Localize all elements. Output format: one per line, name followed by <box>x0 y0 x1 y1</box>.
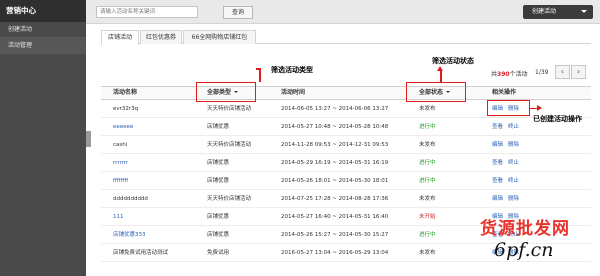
header-activity-name: 活动名称 <box>113 89 138 96</box>
chevron-down-icon <box>581 10 587 13</box>
activity-name: cashi <box>113 142 128 148</box>
activity-time: 2014-11-28 09:53 ~ 2014-12-31 09:53 <box>281 142 389 148</box>
status-badge: 进行中 <box>419 124 436 130</box>
activity-time: 2014-05-27 16:40 ~ 2014-05-31 16:40 <box>281 214 389 220</box>
activity-name: 店铺免费试用活动测试 <box>113 250 169 256</box>
highlight-type-filter <box>196 82 256 102</box>
row-operations: 查看 终止 <box>492 154 524 172</box>
annotation-created-ops: 已创建活动操作 <box>533 115 582 123</box>
status-badge: 未发布 <box>419 196 436 202</box>
activity-name: evr32r3q <box>113 106 139 112</box>
activity-count-number: 390 <box>497 71 510 78</box>
annotation-filter-status: 筛选活动状态 <box>432 57 474 65</box>
tab-red-packet-coupon[interactable]: 红包优惠券 <box>140 30 182 44</box>
view-link[interactable]: 查看 <box>492 124 503 130</box>
watermark-logo: 货源批发网 6pf.cn <box>480 214 598 274</box>
activity-type: 天天特价店铺活动 <box>207 196 252 202</box>
arrow-right-ops <box>537 104 542 111</box>
create-activity-label: 创建活动 <box>532 8 557 15</box>
header-operations: 相关操作 <box>492 89 517 96</box>
table-header: 活动名称 全部类型 活动时间 全部状态 相关操作 <box>101 86 591 100</box>
next-page-button[interactable]: › <box>571 65 586 79</box>
search-button[interactable]: 查询 <box>223 6 253 19</box>
activity-name[interactable]: rrrrrrr <box>113 154 128 172</box>
activity-type: 店铺优惠 <box>207 232 230 238</box>
tab-bar: 店铺活动 红包优惠券 66全网购物店铺红包 <box>101 30 591 45</box>
highlight-operations <box>487 100 530 116</box>
row-operations: 查看 终止 <box>492 172 524 190</box>
highlight-status-filter <box>406 82 466 102</box>
tab-66-shop-red-packet[interactable]: 66全网购物店铺红包 <box>183 30 256 44</box>
table-row: rrrrrrr 店铺优惠 2014-05-29 16:19 ~ 2014-05-31… <box>101 154 591 172</box>
view-link[interactable]: 查看 <box>492 178 503 184</box>
table-row: eeeeee 店铺优惠 2014-05-27 10:48 ~ 2014-05-28 … <box>101 118 591 136</box>
activity-time: 2014-05-26 15:27 ~ 2014-05-30 15:27 <box>281 232 389 238</box>
status-badge: 未开始 <box>419 214 436 220</box>
activity-name[interactable]: eeeeee <box>113 118 133 136</box>
table-row: cashi 天天特价店铺活动 2014-11-28 09:53 ~ 2014-12-… <box>101 136 591 154</box>
activity-type: 店铺优惠 <box>207 214 230 220</box>
activity-time: 2014-07-25 17:28 ~ 2014-08-28 17:36 <box>281 196 389 202</box>
view-link[interactable]: 查看 <box>492 160 503 166</box>
top-toolbar: 查询 创建活动 <box>86 0 600 24</box>
annotation-filter-type: 筛选活动类型 <box>271 66 313 74</box>
table-row: dddddddddd 天天特价店铺活动 2014-07-25 17:28 ~ 201… <box>101 190 591 208</box>
activity-type: 店铺优惠 <box>207 178 230 184</box>
status-badge: 未发布 <box>419 106 436 112</box>
status-badge: 未发布 <box>419 142 436 148</box>
terminate-link[interactable]: 终止 <box>508 124 519 130</box>
activity-name[interactable]: ffffffff <box>113 172 128 190</box>
status-badge: 进行中 <box>419 160 436 166</box>
row-operations: 编辑 删除 <box>492 190 524 208</box>
sidebar: 营销中心 创建活动 活动管理 <box>0 0 86 276</box>
activity-name[interactable]: 111 <box>113 208 124 226</box>
activity-type: 天天特价店铺活动 <box>207 106 252 112</box>
sidebar-collapse-handle[interactable] <box>86 131 91 147</box>
activity-type: 天天特价店铺活动 <box>207 142 252 148</box>
tab-shop-activity[interactable]: 店铺活动 <box>101 30 139 45</box>
activity-name: dddddddddd <box>113 196 148 202</box>
prev-page-button[interactable]: ‹ <box>555 65 570 79</box>
arrow-stem-status <box>440 70 442 82</box>
sidebar-item-activity-management[interactable]: 活动管理 <box>0 38 86 54</box>
delete-link[interactable]: 删除 <box>508 142 519 148</box>
search-input[interactable] <box>96 6 198 18</box>
edit-link[interactable]: 编辑 <box>492 142 503 148</box>
page-indicator: 1/39 <box>535 69 549 76</box>
activity-name[interactable]: 店铺优惠333 <box>113 226 146 244</box>
terminate-link[interactable]: 终止 <box>508 160 519 166</box>
activity-type: 店铺优惠 <box>207 124 230 130</box>
activity-type: 店铺优惠 <box>207 160 230 166</box>
row-operations: 查看 终止 <box>492 118 524 136</box>
edit-link[interactable]: 编辑 <box>492 196 503 202</box>
activity-count: 共390个活动 <box>491 71 528 78</box>
activity-time: 2014-06-05 13:27 ~ 2014-06-06 13:27 <box>281 106 389 112</box>
terminate-link[interactable]: 终止 <box>508 178 519 184</box>
status-badge: 未发布 <box>419 250 436 256</box>
header-activity-time: 活动时间 <box>281 89 306 96</box>
watermark-url: 6pf.cn <box>494 239 554 261</box>
arrow-stem-type-vertical <box>259 68 261 82</box>
row-operations: 编辑 删除 <box>492 136 524 154</box>
status-badge: 进行中 <box>419 232 436 238</box>
activity-time: 2014-05-26 18:01 ~ 2014-05-30 18:01 <box>281 178 389 184</box>
sidebar-brand: 营销中心 <box>0 0 86 22</box>
activity-time: 2014-05-29 16:19 ~ 2014-05-31 16:19 <box>281 160 389 166</box>
sidebar-item-create-activity[interactable]: 创建活动 <box>0 22 86 38</box>
status-badge: 进行中 <box>419 178 436 184</box>
activity-type: 免费试用 <box>207 250 230 256</box>
arrow-stem-ops <box>530 107 537 109</box>
activity-time: 2016-05-27 13:04 ~ 2016-05-29 13:04 <box>281 250 389 256</box>
create-activity-button[interactable]: 创建活动 <box>523 5 593 19</box>
watermark-chinese: 货源批发网 <box>480 219 570 239</box>
table-row: ffffffff 店铺优惠 2014-05-26 18:01 ~ 2014-05-3… <box>101 172 591 190</box>
delete-link[interactable]: 删除 <box>508 196 519 202</box>
activity-time: 2014-05-27 10:48 ~ 2014-05-28 10:48 <box>281 124 389 130</box>
